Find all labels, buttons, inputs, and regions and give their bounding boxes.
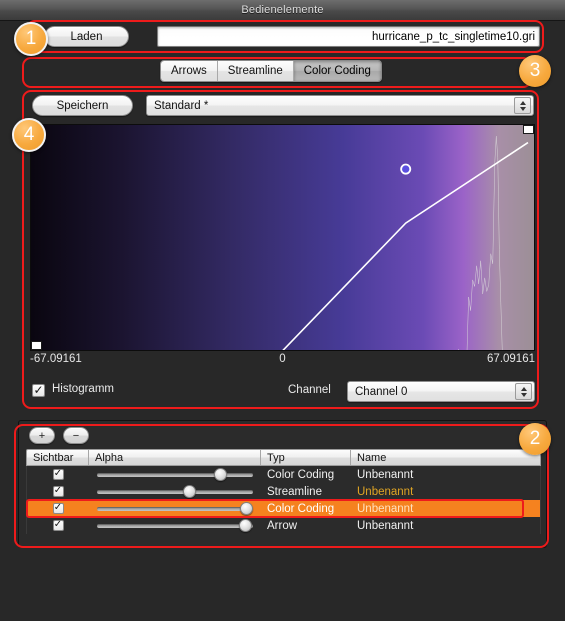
row-alpha-slider[interactable] [89, 466, 261, 483]
layer-table-header: Sichtbar Alpha Typ Name [26, 449, 541, 466]
checkmark-icon: ✓ [53, 502, 63, 513]
axis-min-label: -67.09161 [30, 353, 82, 365]
checkmark-icon: ✓ [53, 519, 63, 530]
chevron-updown-icon [515, 383, 532, 400]
column-header-sichtbar[interactable]: Sichtbar [27, 450, 89, 465]
value-axis: -67.09161 0 67.09161 [30, 353, 535, 369]
row-name-label[interactable]: Unbenannt [351, 466, 540, 483]
window-title: Bedienelemente [241, 4, 324, 16]
mode-tab-color-coding[interactable]: Color Coding [293, 61, 381, 81]
row-visible-checkbox[interactable]: ✓ [27, 517, 89, 534]
preset-selected-value: Standard * [154, 99, 209, 112]
row-visible-checkbox[interactable]: ✓ [27, 483, 89, 500]
remove-layer-button[interactable]: − [63, 427, 89, 444]
load-button[interactable]: Laden [44, 26, 129, 47]
row-visible-checkbox[interactable]: ✓ [27, 500, 89, 517]
mode-tab-label: Streamline [227, 65, 283, 77]
axis-max-label: 67.09161 [487, 353, 535, 365]
column-header-alpha[interactable]: Alpha [89, 450, 261, 465]
annotation-badge-1: 1 [14, 22, 48, 56]
histogram-options-row: ✓ Histogramm Channel Channel 0 [30, 381, 535, 403]
row-name-label[interactable]: Unbenannt [351, 517, 540, 534]
row-type-label: Color Coding [267, 502, 335, 515]
gradient-handle-top-right[interactable] [523, 125, 534, 134]
file-path-field[interactable]: hurricane_p_tc_singletime10.gri [157, 26, 540, 47]
mode-tab-label: Color Coding [303, 65, 371, 77]
control-point-layer[interactable] [31, 125, 534, 351]
channel-label: Channel [288, 384, 331, 396]
row-alpha-slider[interactable] [89, 517, 261, 534]
save-button[interactable]: Speichern [32, 95, 133, 116]
annotation-badge-2: 2 [519, 423, 551, 455]
preset-dropdown[interactable]: Standard * [146, 95, 534, 116]
row-type-label: Streamline [267, 485, 322, 498]
control-panel-window: Bedienelemente Laden hurricane_p_tc_sing… [0, 0, 565, 621]
channel-selected-value: Channel 0 [355, 385, 408, 398]
channel-dropdown[interactable]: Channel 0 [347, 381, 535, 402]
table-row[interactable]: ✓ Streamline Unbenannt [27, 483, 540, 500]
file-path-value: hurricane_p_tc_singletime10.gri [371, 30, 535, 43]
checkmark-icon: ✓ [53, 468, 63, 479]
column-header-typ[interactable]: Typ [261, 450, 351, 465]
checkmark-icon: ✓ [33, 383, 44, 397]
row-name-label[interactable]: Unbenannt [351, 500, 540, 517]
histogram-checkbox[interactable]: ✓ [32, 384, 45, 397]
transfer-function-editor[interactable] [30, 124, 535, 351]
table-row[interactable]: ✓ Arrow Unbenannt [27, 517, 540, 534]
mode-tab-arrows[interactable]: Arrows [161, 61, 218, 81]
row-type-label: Arrow [267, 519, 298, 532]
table-row[interactable]: ✓ Color Coding Unbenannt [27, 500, 540, 517]
row-name-label[interactable]: Unbenannt [351, 483, 540, 500]
column-header-name[interactable]: Name [351, 450, 540, 465]
layer-table-body: ✓ Color Coding Unbenannt ✓ Streamline Unbenan… [26, 466, 541, 534]
mode-tab-label: Arrows [171, 65, 207, 77]
row-type-label: Color Coding [267, 468, 335, 481]
row-visible-checkbox[interactable]: ✓ [27, 466, 89, 483]
row-alpha-slider[interactable] [89, 483, 261, 500]
row-alpha-slider[interactable] [89, 500, 261, 517]
window-titlebar: Bedienelemente [0, 0, 565, 21]
chevron-updown-icon [514, 97, 531, 114]
gradient-handle-bottom-left[interactable] [31, 341, 42, 350]
histogram-label: Histogramm [52, 383, 114, 395]
checkmark-icon: ✓ [53, 485, 63, 496]
axis-mid-label: 0 [279, 353, 286, 365]
layer-table: Sichtbar Alpha Typ Name ✓ Color Coding Unbena… [26, 449, 541, 534]
mode-tab-streamline[interactable]: Streamline [217, 61, 294, 81]
layer-list-panel: + − Sichtbar Alpha Typ Name ✓ Color Coding Un… [18, 420, 547, 548]
annotation-badge-4: 4 [12, 118, 46, 152]
add-layer-button[interactable]: + [29, 427, 55, 444]
visualization-mode-tabs[interactable]: Arrows Streamline Color Coding [160, 60, 382, 82]
table-row[interactable]: ✓ Color Coding Unbenannt [27, 466, 540, 483]
annotation-badge-3: 3 [519, 55, 551, 87]
